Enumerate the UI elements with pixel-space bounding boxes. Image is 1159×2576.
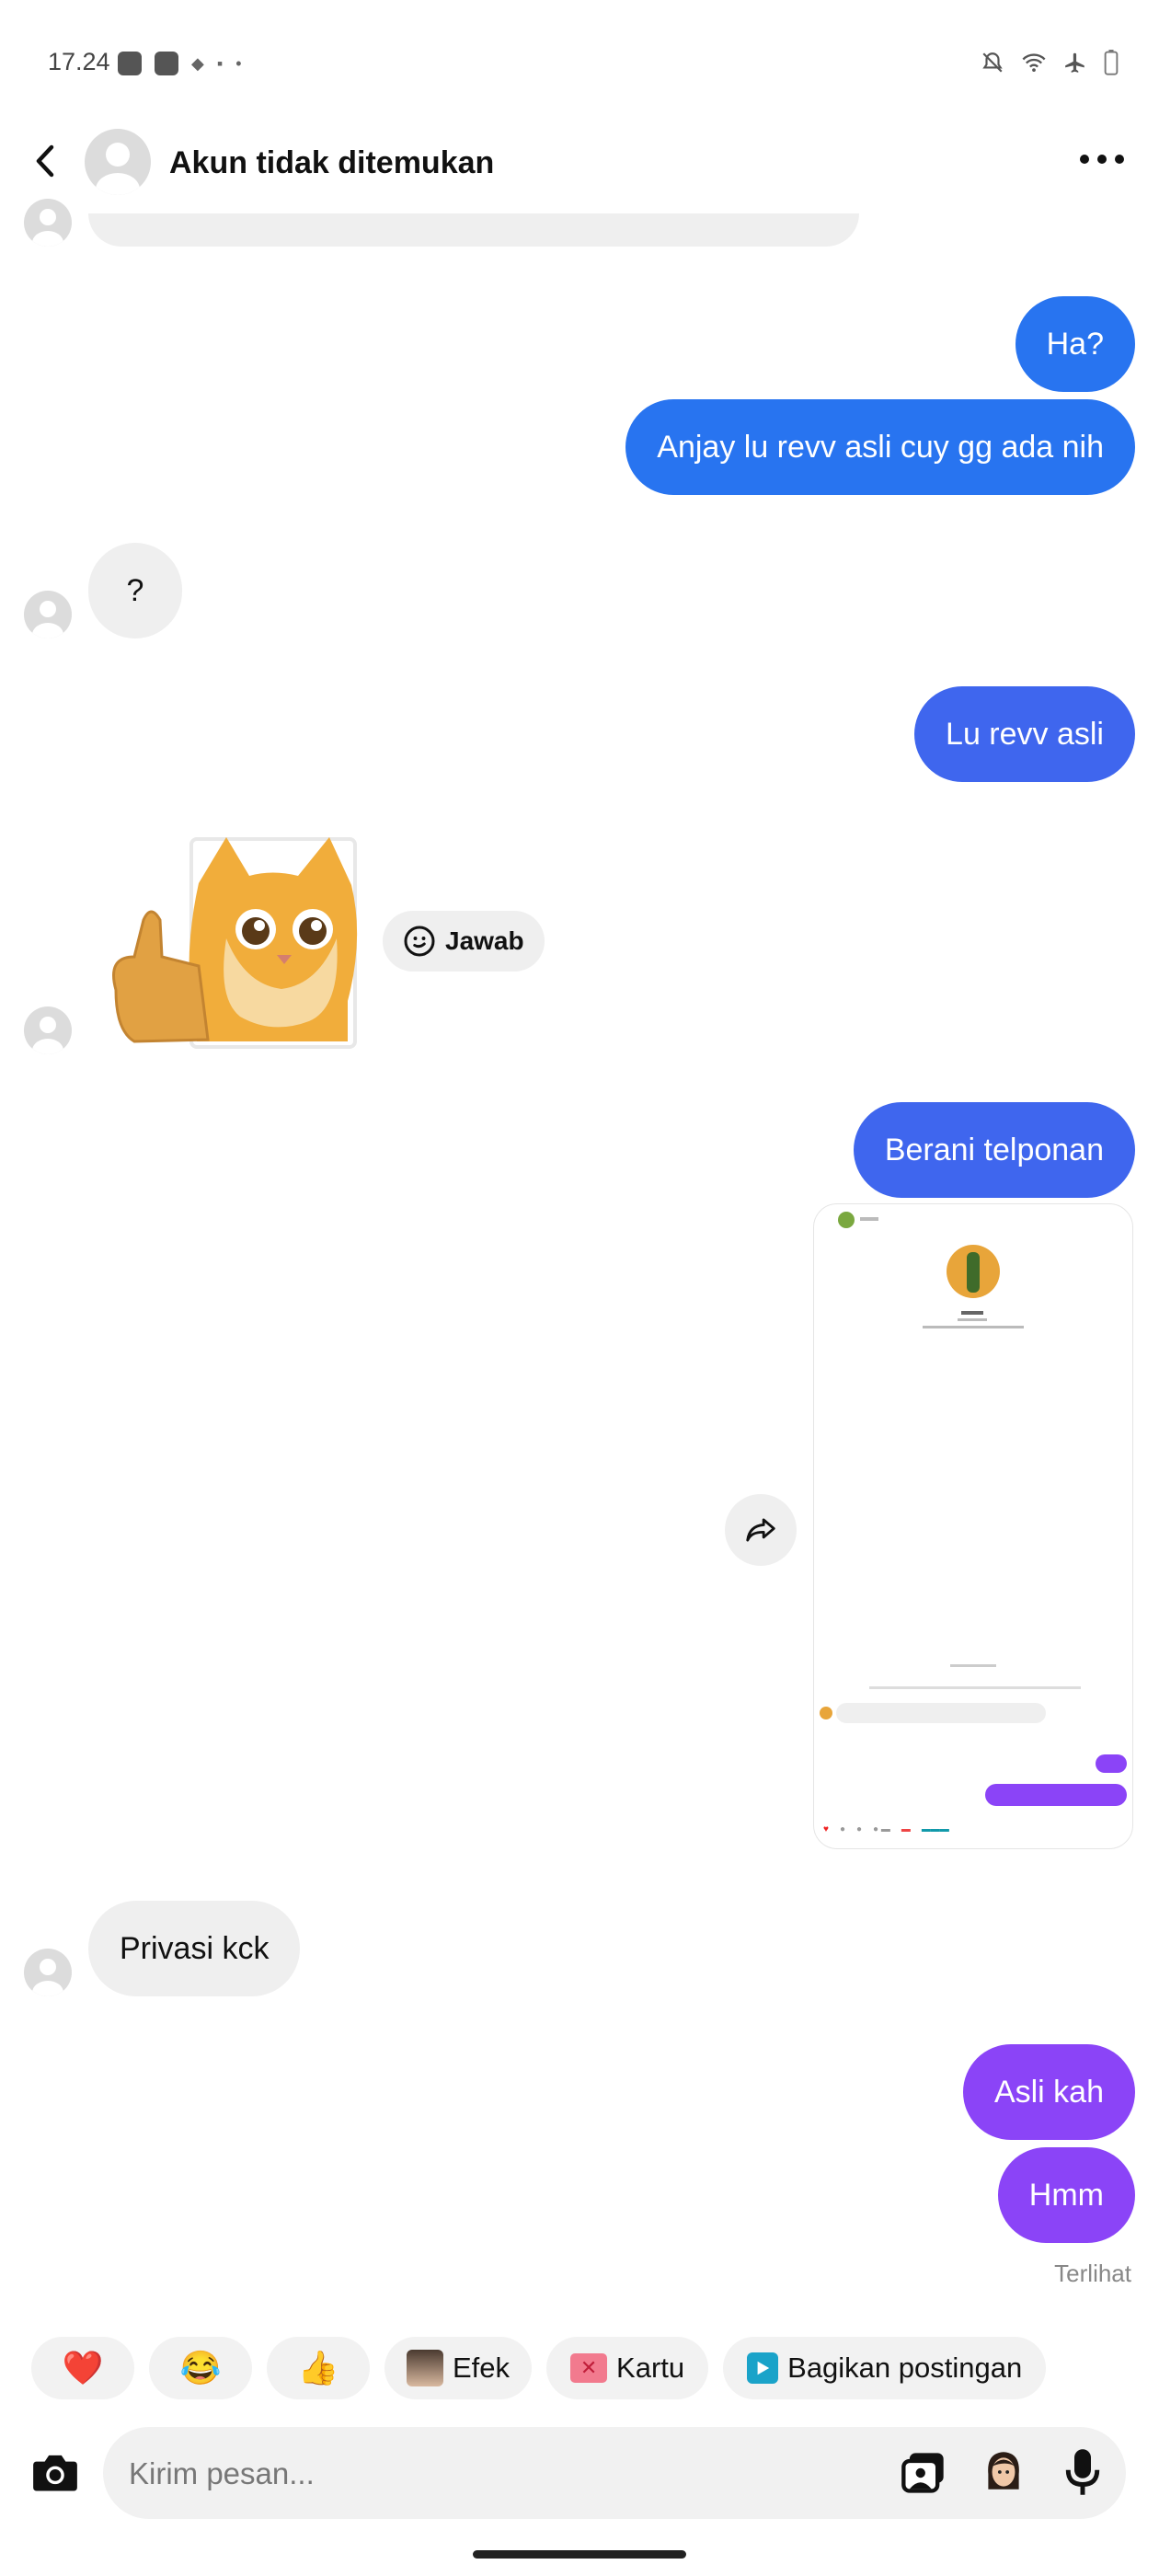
message-bubble-sent[interactable]: Hmm <box>997 2147 1135 2243</box>
cards-label: Kartu <box>616 2352 685 2384</box>
effects-label: Efek <box>453 2352 511 2384</box>
quick-actions-bar: ❤️ 😂 👍 Efek ✕ Kartu Bagikan postingan <box>31 2337 1047 2399</box>
message-bubble-sent[interactable]: Lu revv asli <box>914 686 1135 782</box>
effects-button[interactable]: Efek <box>384 2337 533 2399</box>
sender-avatar <box>24 199 72 247</box>
share-post-label: Bagikan postingan <box>787 2352 1023 2384</box>
message-bubble-received[interactable]: ? <box>88 543 182 638</box>
gallery-icon[interactable] <box>900 2451 947 2495</box>
wifi-icon <box>1022 53 1046 73</box>
message-bubble-sent[interactable]: Anjay lu revv asli cuy gg ada nih <box>625 399 1135 495</box>
heart-icon: ❤️ <box>62 2349 104 2386</box>
microphone-icon[interactable] <box>1063 2447 1102 2497</box>
message-bubble-sent[interactable]: Berani telponan <box>853 1102 1135 1198</box>
shared-screenshot-image[interactable]: ♥ ● ● ● ▬ ▬ ▬▬▬ <box>813 1203 1133 1849</box>
app-notification-icon <box>118 52 142 75</box>
reply-label: Jawab <box>445 926 524 955</box>
notification-icons: ◆ ▪ • <box>118 52 242 75</box>
cat-thumbs-up-sticker[interactable] <box>88 828 373 1058</box>
app-notification-icon <box>155 52 178 75</box>
thumbs-up-icon: 👍 <box>297 2349 339 2386</box>
effects-icon <box>407 2350 443 2386</box>
more-options-icon[interactable] <box>1080 155 1124 164</box>
share-post-button[interactable]: Bagikan postingan <box>723 2337 1047 2399</box>
contact-avatar[interactable] <box>85 129 151 195</box>
play-icon <box>747 2352 779 2384</box>
message-bubble-sent[interactable]: Asli kah <box>962 2044 1135 2140</box>
airplane-icon <box>1065 52 1084 73</box>
sender-avatar <box>24 1006 72 1054</box>
forward-button[interactable] <box>725 1494 797 1566</box>
thumbs-up-reaction-button[interactable]: 👍 <box>267 2337 370 2399</box>
smile-icon <box>404 926 435 957</box>
avatar-sticker-icon[interactable] <box>981 2447 1027 2497</box>
seen-status: Terlihat <box>1054 2260 1131 2287</box>
home-indicator[interactable] <box>473 2550 686 2559</box>
cards-button[interactable]: ✕ Kartu <box>546 2337 709 2399</box>
sender-avatar <box>24 1949 72 1996</box>
laugh-reaction-button[interactable]: 😂 <box>149 2337 252 2399</box>
camera-icon[interactable] <box>29 2449 81 2495</box>
share-arrow-icon <box>746 1518 775 1542</box>
more-notifications-dot: • <box>235 53 242 73</box>
mute-icon <box>982 52 1003 73</box>
system-icons <box>981 50 1119 75</box>
sender-avatar <box>24 591 72 638</box>
back-arrow-icon[interactable] <box>28 138 64 184</box>
message-input[interactable]: Kirim pesan... <box>129 2456 315 2491</box>
heart-reaction-button[interactable]: ❤️ <box>31 2337 134 2399</box>
app-notification-icon: ◆ <box>191 53 204 73</box>
reply-button[interactable]: Jawab <box>383 911 545 972</box>
status-time: 17.24 <box>48 48 110 75</box>
card-icon: ✕ <box>570 2353 608 2383</box>
contact-name[interactable]: Akun tidak ditemukan <box>169 145 494 181</box>
message-bubble-received[interactable] <box>88 213 859 247</box>
laugh-icon: 😂 <box>179 2349 222 2386</box>
battery-icon <box>1104 50 1119 75</box>
message-bubble-sent[interactable]: Ha? <box>1015 296 1135 392</box>
app-notification-icon: ▪ <box>216 53 224 73</box>
message-bubble-received[interactable]: Privasi kck <box>88 1901 301 1996</box>
